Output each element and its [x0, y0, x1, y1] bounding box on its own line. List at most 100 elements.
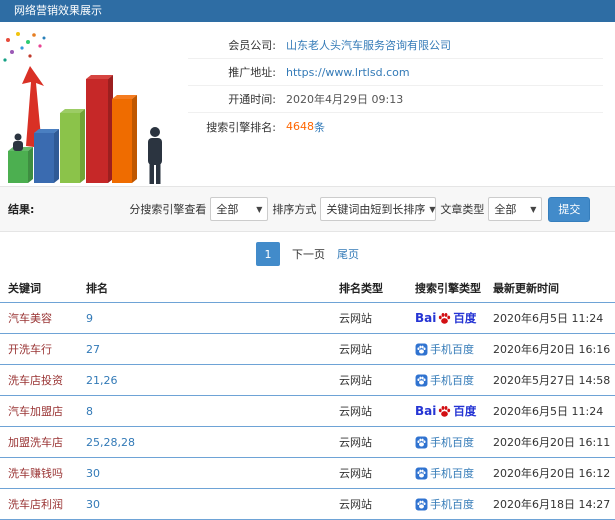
mobile-baidu-icon [415, 436, 428, 448]
next-page-link[interactable]: 下一页 [292, 246, 325, 262]
sort-filter-select[interactable]: 关键词由短到长排序 ▼ [320, 197, 437, 221]
table-header-row: 关键词 排名 排名类型 搜索引擎类型 最新更新时间 [0, 274, 615, 303]
baidu-logo: Bai 百度 [415, 403, 476, 419]
member-company-link[interactable]: 山东老人头汽车服务咨询有限公司 [286, 37, 451, 53]
header-rank-type: 排名类型 [335, 274, 411, 303]
table-row: 开洗车行 27 云网站 手机百度 2020年6月20日 16:16 [0, 333, 615, 365]
chevron-down-icon: ▼ [530, 204, 537, 214]
engine-cell: 手机百度 [411, 426, 489, 458]
updated-cell: 2020年6月5日 11:24 [489, 395, 615, 427]
rank-link[interactable]: 9 [86, 312, 93, 325]
article-type-label: 文章类型 [440, 203, 485, 216]
keyword-cell: 洗车店利润 [0, 488, 82, 520]
rank-type-cell: 云网站 [335, 426, 411, 458]
table-row: 加盟洗车店 25,28,28 云网站 手机百度 2020年6月20日 16:11 [0, 426, 615, 458]
mobile-baidu-icon [415, 374, 428, 386]
open-time-row: 开通时间: 2020年4月29日 09:13 [188, 86, 603, 113]
promotion-url-link[interactable]: https://www.lrtlsd.com [286, 66, 410, 79]
rank-cell: 25,28,28 [82, 426, 335, 458]
promotion-url-label: 推广地址: [228, 66, 276, 79]
article-type-value: 全部 [494, 203, 517, 216]
keyword-text: 洗车赚钱吗 [8, 467, 63, 480]
updated-text: 2020年5月27日 14:58 [493, 374, 611, 387]
mobile-baidu-logo: 手机百度 [415, 341, 474, 357]
rank-cell: 30 [82, 457, 335, 489]
updated-text: 2020年6月5日 11:24 [493, 312, 604, 325]
engine-filter-label: 分搜索引擎查看 [129, 203, 207, 216]
keyword-text: 洗车店利润 [8, 498, 63, 511]
article-type-select[interactable]: 全部 ▼ [488, 197, 543, 221]
rank-type-text: 云网站 [339, 374, 372, 387]
table-row: 汽车美容 9 云网站 Bai 百度 2020年6月5日 11:24 [0, 302, 615, 334]
pagination: 1 下一页 尾页 [0, 232, 615, 274]
mobile-baidu-logo: 手机百度 [415, 496, 474, 512]
updated-cell: 2020年5月27日 14:58 [489, 364, 615, 396]
keyword-text: 洗车店投资 [8, 374, 63, 387]
page-header: 网络营销效果展示 [0, 0, 615, 22]
updated-text: 2020年6月5日 11:24 [493, 405, 604, 418]
engine-cell: Bai 百度 [411, 395, 489, 427]
mobile-baidu-label: 手机百度 [430, 467, 474, 480]
rank-type-text: 云网站 [339, 498, 372, 511]
mobile-baidu-label: 手机百度 [430, 498, 474, 511]
results-table: 关键词 排名 排名类型 搜索引擎类型 最新更新时间 汽车美容 9 云网站 Bai… [0, 274, 615, 520]
submit-button[interactable]: 提交 [548, 196, 591, 222]
last-page-link[interactable]: 尾页 [337, 246, 359, 262]
rank-type-text: 云网站 [339, 467, 372, 480]
rank-type-text: 云网站 [339, 312, 372, 325]
engine-rank-row: 搜索引擎排名: 4648 条 [188, 113, 603, 140]
header-updated: 最新更新时间 [489, 274, 615, 303]
engine-cell: 手机百度 [411, 457, 489, 489]
result-section-label: 结果: [8, 203, 35, 216]
baidu-logo-latin: Bai [415, 311, 437, 325]
open-time-label: 开通时间: [228, 93, 276, 106]
filter-controls: 分搜索引擎查看 全部 ▼ 排序方式 关键词由短到长排序 ▼ 文章类型 全部 ▼ … [129, 196, 591, 222]
open-time-value: 2020年4月29日 09:13 [286, 93, 404, 106]
filter-bar: 结果: 分搜索引擎查看 全部 ▼ 排序方式 关键词由短到长排序 ▼ 文章类型 全… [0, 186, 615, 232]
chevron-down-icon: ▼ [256, 204, 263, 214]
engine-cell: 手机百度 [411, 333, 489, 365]
rank-link[interactable]: 30 [86, 498, 100, 511]
member-company-row: 会员公司: 山东老人头汽车服务咨询有限公司 [188, 32, 603, 59]
rank-type-cell: 云网站 [335, 333, 411, 365]
rank-cell: 21,26 [82, 364, 335, 396]
page-current[interactable]: 1 [256, 242, 280, 266]
updated-cell: 2020年6月18日 14:27 [489, 488, 615, 520]
baidu-paw-icon [439, 312, 451, 324]
rank-type-cell: 云网站 [335, 488, 411, 520]
rank-cell: 9 [82, 302, 335, 334]
baidu-logo-cn: 百度 [453, 404, 477, 418]
keyword-text: 开洗车行 [8, 343, 52, 356]
table-row: 洗车赚钱吗 30 云网站 手机百度 2020年6月20日 16:12 [0, 457, 615, 489]
engine-cell: Bai 百度 [411, 302, 489, 334]
bar-chart-clipart-icon [3, 32, 162, 184]
mobile-baidu-label: 手机百度 [430, 343, 474, 356]
account-info-section: 会员公司: 山东老人头汽车服务咨询有限公司 推广地址: https://www.… [0, 22, 615, 186]
mobile-baidu-icon [415, 343, 428, 355]
baidu-logo-cn: 百度 [453, 311, 477, 325]
rank-link[interactable]: 21,26 [86, 374, 118, 387]
rank-type-cell: 云网站 [335, 364, 411, 396]
rank-link[interactable]: 25,28,28 [86, 436, 135, 449]
rank-link[interactable]: 30 [86, 467, 100, 480]
rank-link[interactable]: 27 [86, 343, 100, 356]
mobile-baidu-icon [415, 498, 428, 510]
rank-cell: 27 [82, 333, 335, 365]
updated-cell: 2020年6月20日 16:11 [489, 426, 615, 458]
account-info-rows: 会员公司: 山东老人头汽车服务咨询有限公司 推广地址: https://www.… [188, 32, 603, 186]
table-row: 汽车加盟店 8 云网站 Bai 百度 2020年6月5日 11:24 [0, 395, 615, 427]
mobile-baidu-icon [415, 467, 428, 479]
engine-rank-count: 4648 [286, 120, 314, 133]
results-table-body: 汽车美容 9 云网站 Bai 百度 2020年6月5日 11:24 开洗车行 2… [0, 302, 615, 520]
engine-rank-label: 搜索引擎排名: [206, 120, 276, 134]
engine-cell: 手机百度 [411, 364, 489, 396]
header-rank: 排名 [82, 274, 335, 303]
keyword-cell: 洗车赚钱吗 [0, 457, 82, 489]
updated-text: 2020年6月18日 14:27 [493, 498, 611, 511]
keyword-cell: 加盟洗车店 [0, 426, 82, 458]
engine-filter-select[interactable]: 全部 ▼ [210, 197, 269, 221]
rank-link[interactable]: 8 [86, 405, 93, 418]
rank-type-cell: 云网站 [335, 302, 411, 334]
sort-filter-label: 排序方式 [272, 203, 317, 216]
keyword-cell: 洗车店投资 [0, 364, 82, 396]
